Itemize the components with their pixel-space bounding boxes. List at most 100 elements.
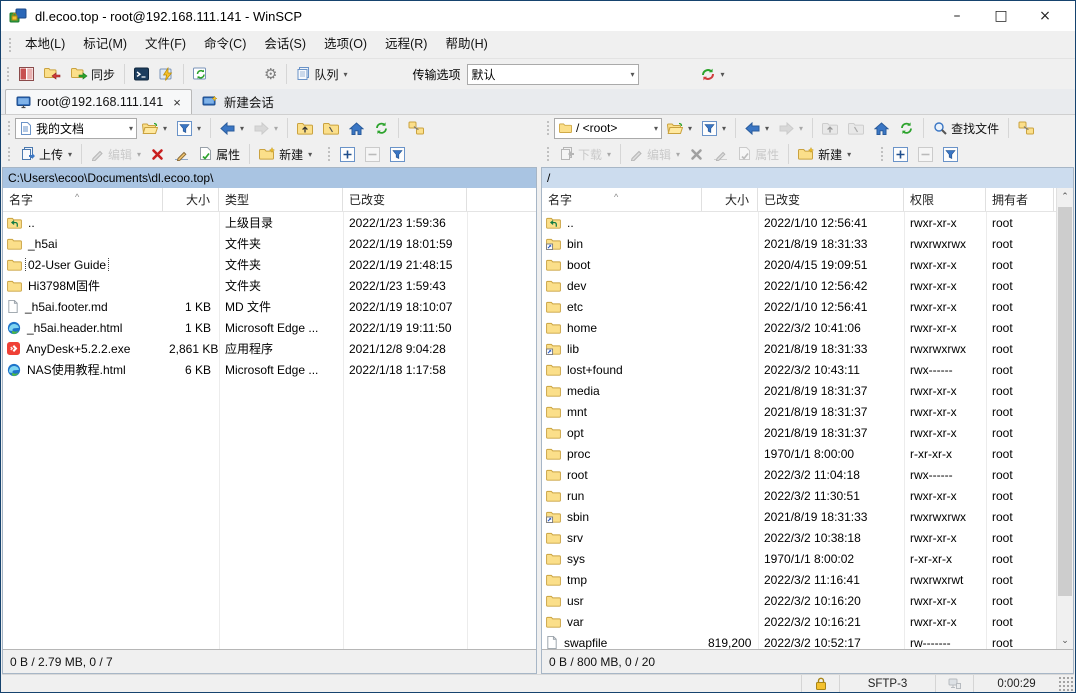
file-row[interactable]: 02-User Guide文件夹2022/1/19 21:48:15 [3, 254, 536, 275]
file-row[interactable]: sys1970/1/1 8:00:02r-xr-xr-xroot [542, 548, 1073, 569]
local-refresh-button[interactable] [369, 116, 394, 140]
file-row[interactable]: proc1970/1/1 8:00:00r-xr-xr-xroot [542, 443, 1073, 464]
maximize-button[interactable]: □ [979, 2, 1023, 30]
remote-home-button[interactable] [869, 116, 894, 140]
local-back-button[interactable]: ▾ [215, 116, 249, 140]
queue-button[interactable]: 队列▾ [291, 62, 352, 86]
transfer-preset-combo[interactable]: 默认▾ [467, 64, 639, 85]
file-row[interactable]: _h5ai.footer.md1 KBMD 文件2022/1/19 18:10:… [3, 296, 536, 317]
local-new-button[interactable]: 新建▾ [254, 142, 317, 166]
remote-rename-button[interactable] [708, 142, 733, 166]
file-row[interactable]: _h5ai.header.html1 KBMicrosoft Edge ...2… [3, 317, 536, 338]
local-unselect-button[interactable] [360, 142, 385, 166]
toolbar-grip[interactable] [546, 120, 551, 136]
column-header-name[interactable]: 名字^ [3, 188, 163, 211]
scrollbar-track[interactable] [1057, 205, 1073, 632]
file-row[interactable]: lib2021/8/19 18:31:33rwxrwxrwxroot [542, 338, 1073, 359]
file-row[interactable]: root2022/3/2 11:04:18rwx------root [542, 464, 1073, 485]
custom-commands-button[interactable] [154, 62, 179, 86]
preferences-button[interactable]: ⚙ [259, 62, 282, 86]
remote-symlink-button[interactable] [1013, 116, 1040, 140]
toolbar-grip[interactable] [880, 146, 885, 162]
menu-item[interactable]: 本地(L) [16, 31, 74, 58]
file-row[interactable]: NAS使用教程.html6 KBMicrosoft Edge ...2022/1… [3, 359, 536, 380]
file-row[interactable]: lost+found2022/3/2 10:43:11rwx------root [542, 359, 1073, 380]
new-session-tab[interactable]: 新建会话 [192, 89, 284, 114]
remote-edit-button[interactable]: 编辑▾ [625, 142, 685, 166]
menu-item[interactable]: 标记(M) [74, 31, 136, 58]
local-forward-button[interactable]: ▾ [249, 116, 283, 140]
local-properties-button[interactable]: 属性 [194, 142, 245, 166]
synchronize-browsing-button[interactable] [39, 62, 66, 86]
file-row[interactable]: ..2022/1/10 12:56:41rwxr-xr-xroot [542, 212, 1073, 233]
local-parent-directory-button[interactable] [292, 116, 318, 140]
find-files-button[interactable]: 查找文件 [928, 116, 1004, 140]
column-header-type[interactable]: 类型 [219, 188, 343, 211]
upload-button[interactable]: 上传▾ [15, 142, 77, 166]
menu-item[interactable]: 选项(O) [315, 31, 376, 58]
local-edit-button[interactable]: 编辑▾ [86, 142, 146, 166]
scrollbar-thumb[interactable] [1058, 207, 1072, 596]
file-row[interactable]: bin2021/8/19 18:31:33rwxrwxrwxroot [542, 233, 1073, 254]
remote-unselect-button[interactable] [913, 142, 938, 166]
download-button[interactable]: 下载▾ [554, 142, 616, 166]
file-row[interactable]: tmp2022/3/2 11:16:41rwxrwxrwtroot [542, 569, 1073, 590]
menu-item[interactable]: 帮助(H) [436, 31, 496, 58]
remote-path-bar[interactable]: / [542, 168, 1073, 188]
tab-close-icon[interactable]: × [173, 95, 181, 110]
remote-forward-button[interactable]: ▾ [774, 116, 808, 140]
connection-cell[interactable] [935, 675, 973, 692]
file-row[interactable]: swapfile819,2002022/3/2 10:52:17rw------… [542, 632, 1073, 649]
remote-properties-button[interactable]: 属性 [733, 142, 784, 166]
local-root-directory-button[interactable] [318, 116, 344, 140]
close-button[interactable]: × [1023, 2, 1067, 30]
open-terminal-button[interactable] [129, 62, 154, 86]
scroll-down-icon[interactable]: ⌄ [1057, 632, 1073, 649]
toggle-panels-button[interactable] [14, 62, 39, 86]
encryption-cell[interactable] [801, 675, 839, 692]
protocol-cell[interactable]: SFTP-3 [839, 675, 935, 692]
local-open-directory-button[interactable]: ▾ [137, 116, 172, 140]
file-row[interactable]: _h5ai文件夹2022/1/19 18:01:59 [3, 233, 536, 254]
vertical-scrollbar[interactable]: ⌃ ⌄ [1056, 188, 1073, 649]
remote-new-button[interactable]: 新建▾ [793, 142, 856, 166]
column-header-modified[interactable]: 已改变 [343, 188, 467, 211]
menu-item[interactable]: 远程(R) [376, 31, 436, 58]
remote-select-filter-button[interactable] [938, 142, 963, 166]
file-row[interactable]: sbin2021/8/19 18:31:33rwxrwxrwxroot [542, 506, 1073, 527]
remote-open-directory-button[interactable]: ▾ [662, 116, 697, 140]
file-row[interactable]: srv2022/3/2 10:38:18rwxr-xr-xroot [542, 527, 1073, 548]
column-header-size[interactable]: 大小 [702, 188, 758, 211]
refresh-session-button[interactable] [188, 62, 213, 86]
toolbar-grip[interactable] [8, 37, 13, 53]
remote-filter-button[interactable]: ▾ [697, 116, 731, 140]
toolbar-grip[interactable] [7, 120, 12, 136]
column-header-name[interactable]: 名字^ [542, 188, 702, 211]
local-rename-button[interactable] [169, 142, 194, 166]
toolbar-grip[interactable] [546, 146, 551, 162]
column-header-owner[interactable]: 拥有者 [986, 188, 1054, 211]
file-row[interactable]: AnyDesk+5.2.2.exe2,861 KB应用程序2021/12/8 9… [3, 338, 536, 359]
column-header-modified[interactable]: 已改变 [758, 188, 904, 211]
file-row[interactable]: mnt2021/8/19 18:31:37rwxr-xr-xroot [542, 401, 1073, 422]
remote-root-directory-button[interactable] [843, 116, 869, 140]
remote-refresh-button[interactable] [894, 116, 919, 140]
synchronize-button[interactable]: 同步 [66, 62, 120, 86]
minimize-button[interactable]: – [935, 2, 979, 30]
file-row[interactable]: etc2022/1/10 12:56:41rwxr-xr-xroot [542, 296, 1073, 317]
menu-item[interactable]: 会话(S) [255, 31, 315, 58]
file-row[interactable]: opt2021/8/19 18:31:37rwxr-xr-xroot [542, 422, 1073, 443]
local-location-combo[interactable]: 我的文档 ▾ [15, 118, 137, 139]
file-row[interactable]: var2022/3/2 10:16:21rwxr-xr-xroot [542, 611, 1073, 632]
remote-select-button[interactable] [888, 142, 913, 166]
session-timer-cell[interactable]: 0:00:29 [973, 675, 1059, 692]
toolbar-grip[interactable] [7, 146, 12, 162]
file-row[interactable]: usr2022/3/2 10:16:20rwxr-xr-xroot [542, 590, 1073, 611]
local-home-button[interactable] [344, 116, 369, 140]
toolbar-grip[interactable] [327, 146, 332, 162]
file-row[interactable]: media2021/8/19 18:31:37rwxr-xr-xroot [542, 380, 1073, 401]
file-row[interactable]: boot2020/4/15 19:09:51rwxr-xr-xroot [542, 254, 1073, 275]
local-path-bar[interactable]: C:\Users\ecoo\Documents\dl.ecoo.top\ [3, 168, 536, 188]
local-filter-button[interactable]: ▾ [172, 116, 206, 140]
file-row[interactable]: ..上级目录2022/1/23 1:59:36 [3, 212, 536, 233]
